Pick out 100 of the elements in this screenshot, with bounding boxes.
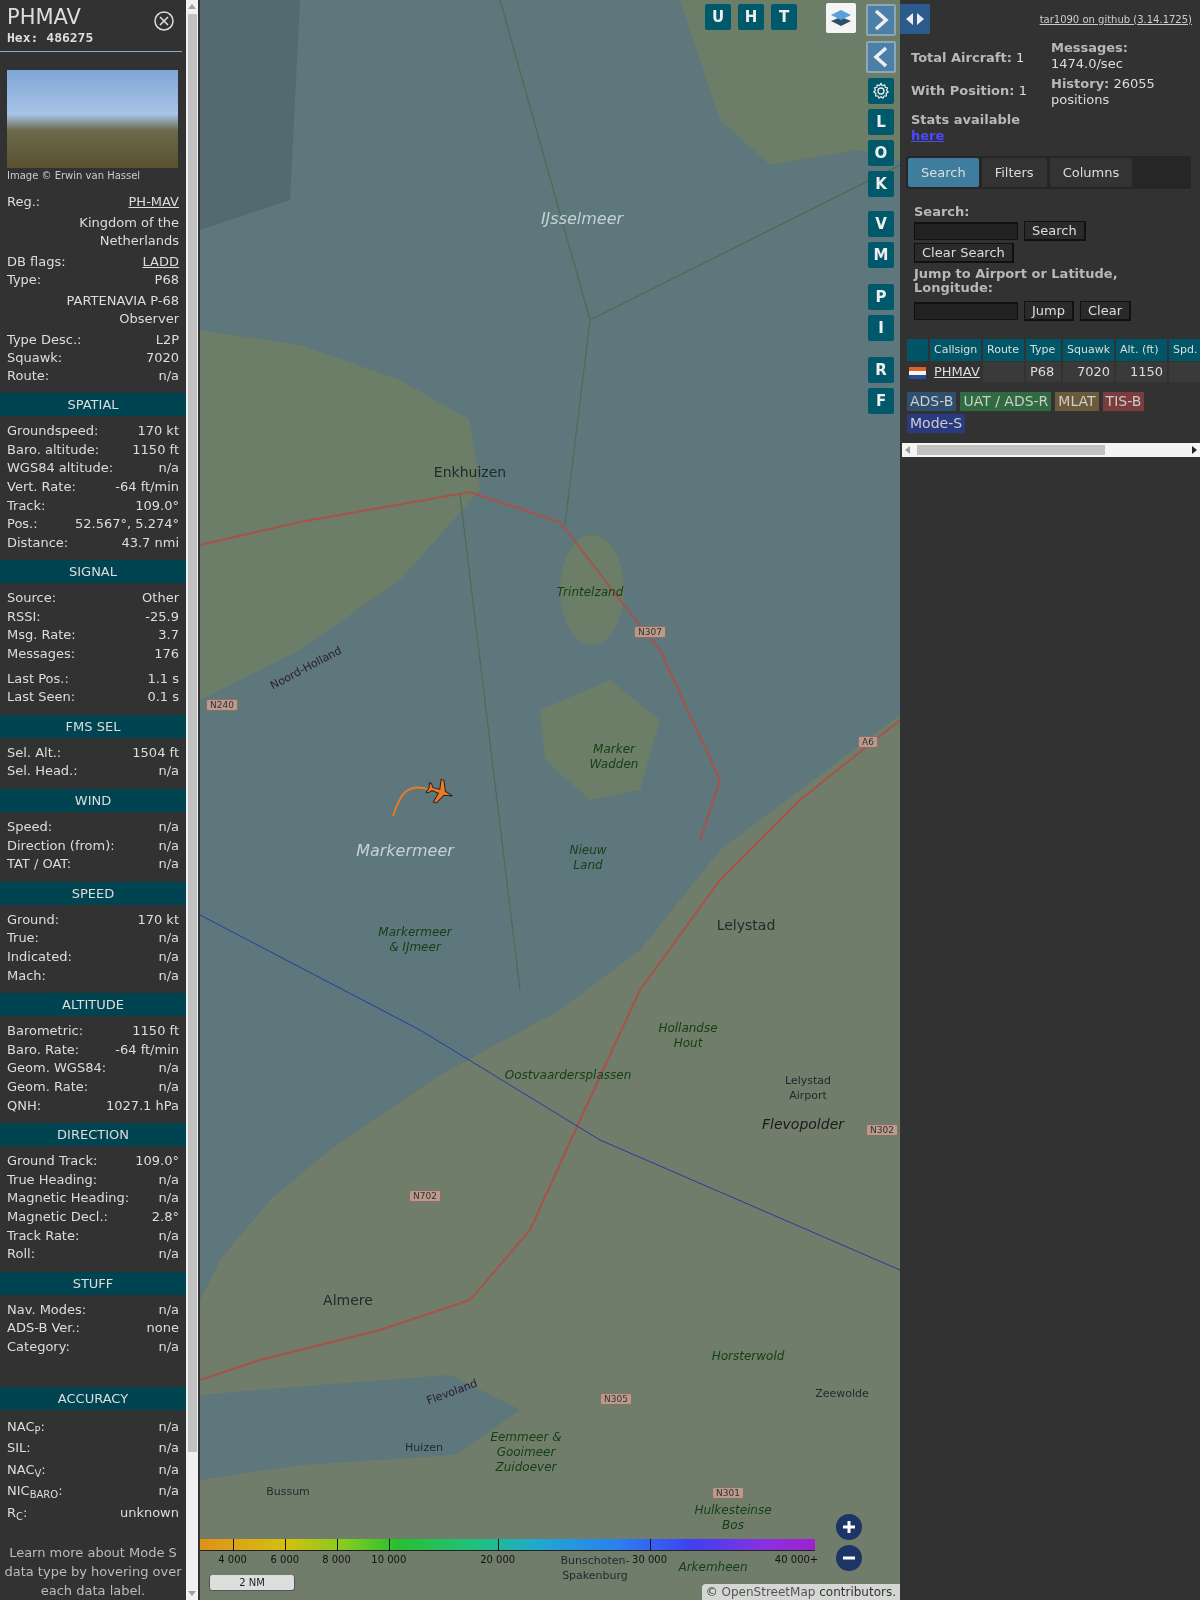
section-header: ALTITUDE	[0, 993, 186, 1017]
map-toggle-button[interactable]: L	[868, 109, 894, 135]
airplane-icon[interactable]	[425, 778, 453, 804]
stat-text: Messages: 1474.0/sec	[1051, 40, 1130, 72]
detail-value: PARTENAVIA P-68 Observer	[65, 292, 179, 329]
road-number: A6	[858, 736, 878, 748]
map-toggle-button[interactable]: K	[868, 171, 894, 197]
map-toggle-button[interactable]: O	[868, 140, 894, 166]
section-header: DIRECTION	[0, 1123, 186, 1147]
field-label: QNH:	[7, 1096, 42, 1115]
map-label: Trintelzand	[556, 584, 624, 600]
version-link[interactable]: tar1090 on github (3.14.1725)	[1039, 13, 1192, 25]
field-label: WGS84 altitude:	[7, 459, 114, 478]
field-value: none	[146, 1319, 179, 1338]
stat-text: History: 26055 positions	[1051, 76, 1156, 108]
hex-value: 486275	[46, 30, 94, 45]
field-label: Baro. Rate:	[7, 1040, 80, 1059]
settings-button[interactable]	[868, 78, 894, 104]
tab[interactable]: Filters	[981, 158, 1047, 187]
field-label: Msg. Rate:	[7, 626, 76, 645]
field-label: Distance:	[7, 533, 69, 552]
column-header[interactable]: Route	[983, 339, 1024, 361]
detail-link[interactable]: PH-MAV	[128, 193, 179, 212]
source-tag: TIS-B	[1102, 392, 1145, 411]
table-cell: 7020	[1063, 362, 1114, 382]
field-value: 109.0°	[135, 1152, 179, 1171]
map-label: Zeewolde	[815, 1385, 869, 1401]
jump-label: Jump to Airport or Latitude, Longitude:	[914, 267, 1119, 295]
layers-icon	[830, 8, 852, 28]
detail-label: Type:	[7, 271, 42, 290]
field-label: Messages:	[7, 645, 76, 664]
help-text: Learn more about Mode S data type by hovering over each data label.	[3, 1544, 183, 1600]
search-field[interactable]	[914, 222, 1018, 240]
map-label: Bussum	[266, 1483, 310, 1499]
map-toggle-button[interactable]: M	[868, 242, 894, 268]
field-label: True Heading:	[7, 1170, 98, 1189]
map-label: Bunschoten-Spakenburg	[560, 1553, 630, 1583]
map-toggle-button[interactable]: I	[868, 315, 894, 341]
close-icon[interactable]	[154, 11, 174, 31]
road-number: N702	[409, 1190, 441, 1202]
field-label: ADS-B Ver.:	[7, 1319, 80, 1338]
scale-label: 20 000	[480, 1554, 516, 1565]
scale-label: 30 000	[632, 1554, 668, 1565]
map-toggle-button[interactable]: F	[868, 388, 894, 414]
callsign-link[interactable]: PHMAV	[934, 364, 980, 379]
map-toggle-button[interactable]: U	[705, 4, 731, 30]
field-value: 1.1 s	[147, 669, 179, 688]
detail-value: Kingdom of the Netherlands	[78, 214, 179, 251]
field-label: Ground:	[7, 910, 60, 929]
field-value: 3.7	[158, 626, 179, 645]
map-toggle-button[interactable]: V	[868, 211, 894, 237]
clear-button[interactable]: Clear	[1080, 301, 1131, 321]
field-value: n/a	[158, 1482, 179, 1500]
jump-button[interactable]: Jump	[1024, 301, 1074, 321]
field-value: n/a	[158, 1300, 179, 1319]
detail-value: n/a	[158, 367, 179, 386]
expand-button[interactable]	[866, 4, 896, 36]
map-label: Lelystad	[716, 917, 776, 933]
map-toggle-button[interactable]: T	[771, 4, 797, 30]
field-value: 2.8°	[151, 1207, 179, 1226]
field-value: Other	[142, 589, 179, 608]
field-value: n/a	[158, 1245, 179, 1264]
detail-link[interactable]: LADD	[142, 253, 179, 272]
field-value: 43.7 nmi	[121, 533, 179, 552]
road-number: N305	[600, 1393, 632, 1405]
field-label: Speed:	[7, 818, 53, 837]
tab[interactable]: Search	[908, 158, 979, 187]
column-header[interactable]: Spd.	[1169, 339, 1200, 361]
field-value: 1150 ft	[132, 440, 179, 459]
field-label: Mach:	[7, 966, 46, 985]
map-toggle-button[interactable]: H	[738, 4, 764, 30]
map-label: Arkemheen	[678, 1559, 748, 1575]
field-value: n/a	[158, 855, 179, 874]
search-button[interactable]: Search	[1024, 221, 1086, 241]
field-label: Vert. Rate:	[7, 477, 76, 496]
field-label: Magnetic Heading:	[7, 1189, 130, 1208]
column-header[interactable]: Callsign	[930, 339, 981, 361]
map-toggle-button[interactable]: P	[868, 284, 894, 310]
tab[interactable]: Columns	[1049, 158, 1133, 187]
section-header: SPEED	[0, 881, 186, 905]
field-label: Sel. Head.:	[7, 762, 78, 781]
layers-button[interactable]	[826, 3, 856, 33]
field-value: n/a	[158, 1059, 179, 1078]
scale-bar: 2 NM	[209, 1575, 295, 1591]
openstreetmap-link[interactable]: OpenStreetMap	[721, 1585, 816, 1599]
road-number: N301	[712, 1487, 744, 1499]
field-value: n/a	[158, 459, 179, 478]
field-label: Track:	[7, 496, 46, 515]
clear-search-button[interactable]: Clear Search	[914, 243, 1014, 263]
field-label: Category:	[7, 1337, 70, 1356]
column-header[interactable]: Squawk	[1063, 339, 1114, 361]
field-label: Nav. Modes:	[7, 1300, 87, 1319]
map-toggle-button[interactable]: R	[868, 357, 894, 383]
column-header[interactable]: Alt. (ft)	[1116, 339, 1167, 361]
field-value: unknown	[119, 1503, 179, 1522]
collapse-button[interactable]	[866, 41, 896, 73]
panel-toggle-button[interactable]	[900, 4, 930, 34]
jump-field[interactable]	[914, 302, 1018, 320]
map-label: Markermeer & IJmeer	[377, 925, 454, 955]
column-header[interactable]: Type	[1026, 339, 1061, 361]
